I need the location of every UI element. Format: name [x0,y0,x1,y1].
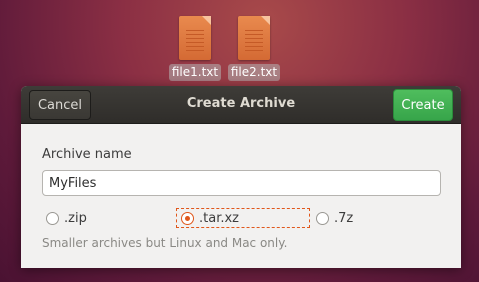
archive-name-input[interactable] [42,170,441,196]
format-label: .tar.xz [199,210,239,226]
file-name-label: file2.txt [227,64,281,81]
text-file-icon [179,16,211,60]
archive-name-label: Archive name [42,147,132,162]
create-button[interactable]: Create [393,89,453,121]
format-hint: Smaller archives but Linux and Mac only. [42,236,288,250]
format-radio-zip[interactable]: .zip [46,208,87,228]
format-radio-7z[interactable]: .7z [316,208,353,228]
format-label: .zip [64,210,87,226]
dialog-header: Cancel Create Archive Create [21,86,461,124]
radio-button-icon [46,211,59,225]
file-name-label: file1.txt [168,64,222,81]
create-archive-dialog: Cancel Create Archive Create Archive nam… [21,86,461,268]
format-radio-tar-xz[interactable]: .tar.xz [176,208,310,228]
radio-button-icon [316,211,329,225]
desktop-file-2[interactable]: file2.txt [225,16,283,81]
text-file-icon [238,16,270,60]
format-label: .7z [334,210,354,226]
desktop-file-1[interactable]: file1.txt [166,16,224,81]
radio-button-selected-icon [181,211,194,225]
